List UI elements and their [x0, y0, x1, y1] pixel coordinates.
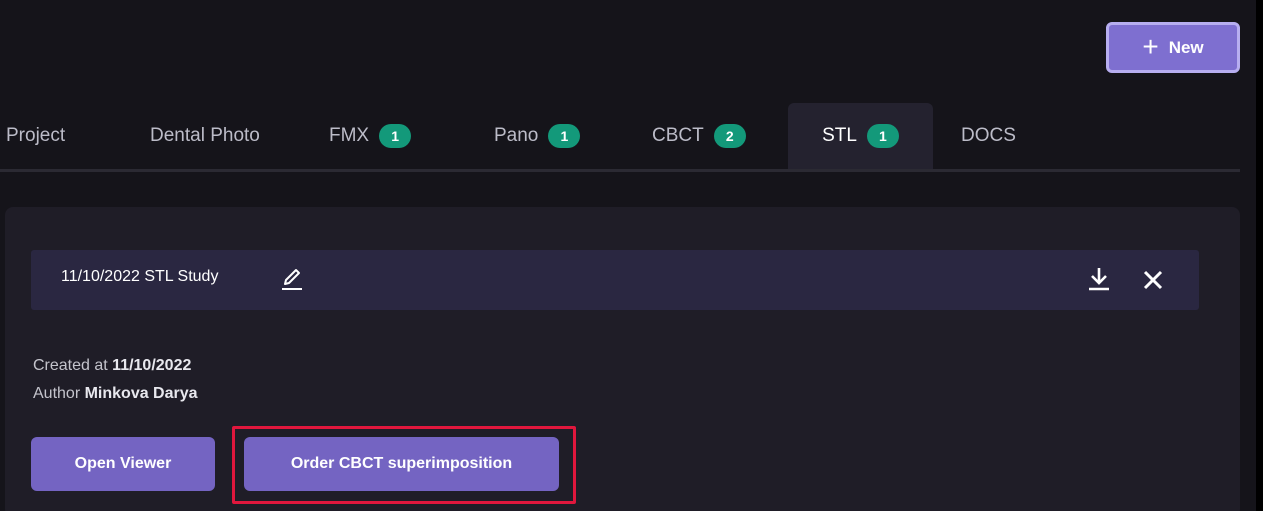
author-info: Author Minkova Darya: [33, 385, 198, 403]
created-label: Created at: [33, 357, 108, 374]
tab-label: Dental Photo: [150, 125, 260, 146]
new-button[interactable]: + New: [1106, 22, 1240, 73]
tab-label: DOCS: [961, 125, 1016, 146]
count-badge: 1: [866, 124, 899, 148]
tab-label: Project: [6, 125, 66, 146]
download-icon[interactable]: [1086, 266, 1112, 292]
created-date: 11/10/2022: [112, 357, 192, 374]
tab-project[interactable]: Project: [6, 103, 65, 169]
author-label: Author: [33, 385, 81, 402]
tab-label: STL: [822, 125, 857, 146]
count-badge: 1: [379, 124, 412, 148]
pencil-icon[interactable]: [280, 266, 304, 292]
created-info: Created at 11/10/2022: [33, 357, 191, 375]
right-edge: [1256, 0, 1263, 511]
tab-stl[interactable]: STL 1: [788, 103, 933, 169]
tab-fmx[interactable]: FMX 1: [329, 103, 412, 169]
tab-label: Pano: [494, 125, 539, 146]
tab-pano[interactable]: Pano 1: [494, 103, 581, 169]
tab-cbct[interactable]: CBCT 2: [652, 103, 746, 169]
tab-docs[interactable]: DOCS: [961, 103, 1016, 169]
plus-icon: +: [1142, 30, 1159, 62]
order-cbct-superimposition-button[interactable]: Order CBCT superimposition: [244, 437, 559, 491]
tabs-divider: [0, 169, 1240, 172]
count-badge: 1: [548, 124, 581, 148]
tab-label: FMX: [329, 125, 370, 146]
close-icon[interactable]: [1141, 268, 1165, 292]
main-area: + New Project Dental Photo FMX 1 Pano 1 …: [0, 0, 1256, 511]
open-viewer-button[interactable]: Open Viewer: [31, 437, 215, 491]
author-name: Minkova Darya: [84, 385, 198, 402]
new-button-label: New: [1168, 37, 1204, 57]
tab-dental-photo[interactable]: Dental Photo: [150, 103, 260, 169]
app-root: + New Project Dental Photo FMX 1 Pano 1 …: [0, 0, 1263, 511]
tab-bar: Project Dental Photo FMX 1 Pano 1 CBCT 2…: [0, 103, 1240, 169]
tab-label: CBCT: [652, 125, 704, 146]
study-title: 11/10/2022 STL Study: [61, 268, 219, 285]
count-badge: 2: [713, 124, 746, 148]
